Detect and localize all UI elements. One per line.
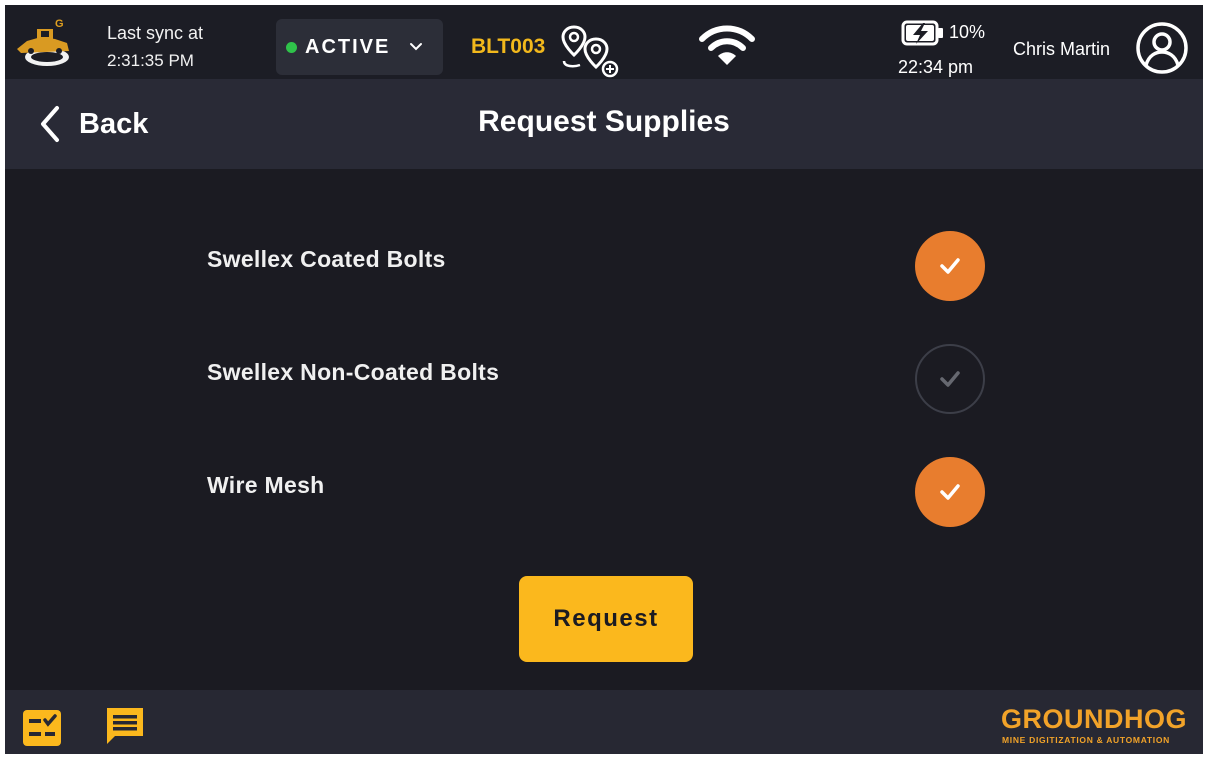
checklist-icon[interactable] <box>21 706 63 748</box>
chevron-left-icon <box>41 106 59 142</box>
supply-item: Swellex Coated Bolts <box>5 226 1203 306</box>
supply-label: Wire Mesh <box>207 472 325 498</box>
user-avatar-icon[interactable] <box>1135 21 1189 75</box>
machine-logo-icon: G <box>17 18 69 66</box>
back-button[interactable]: Back <box>35 101 148 147</box>
supply-checkbox[interactable] <box>915 231 985 301</box>
supply-label: Swellex Non-Coated Bolts <box>207 359 500 385</box>
supply-item: Wire Mesh <box>5 452 1203 532</box>
supply-label: Swellex Coated Bolts <box>207 246 446 272</box>
supply-item: Swellex Non-Coated Bolts <box>5 339 1203 419</box>
status-bar: G Last sync at 2:31:35 PM ACTIVE BLT003 <box>5 5 1203 79</box>
supply-checkbox[interactable] <box>915 457 985 527</box>
sync-label: Last sync at <box>107 23 204 43</box>
back-label: Back <box>79 107 149 140</box>
brand-tagline: MINE DIGITIZATION & AUTOMATION <box>1002 735 1171 745</box>
app-frame: G Last sync at 2:31:35 PM ACTIVE BLT003 <box>5 5 1203 754</box>
last-sync: Last sync at 2:31:35 PM <box>107 19 203 75</box>
status-dropdown[interactable]: ACTIVE <box>276 19 443 75</box>
user-name: Chris Martin <box>1013 39 1111 59</box>
machine-id: BLT003 <box>471 35 546 58</box>
checkmark-icon <box>940 484 960 500</box>
battery-charging-icon <box>901 20 943 46</box>
status-dot <box>286 41 297 53</box>
sync-time: 2:31:35 PM <box>107 51 194 70</box>
route-pins-icon[interactable] <box>560 23 622 79</box>
logo-letter: G <box>55 18 64 30</box>
supply-checkbox[interactable] <box>915 344 985 414</box>
battery-percent: 10% <box>949 22 986 42</box>
clock: 22:34 pm <box>898 57 974 77</box>
brand-logo: GROUNDHOG <box>1001 704 1187 734</box>
checkmark-icon <box>940 258 960 274</box>
message-icon[interactable] <box>103 704 147 746</box>
page-header: Request Supplies Back <box>5 79 1203 169</box>
request-button[interactable]: Request <box>519 576 693 662</box>
status-label: ACTIVE <box>305 35 391 58</box>
chevron-down-icon <box>410 43 423 51</box>
checkmark-icon <box>940 371 960 387</box>
wifi-icon <box>699 25 755 65</box>
page-title: Request Supplies <box>478 105 730 138</box>
footer-bar: GROUNDHOG MINE DIGITIZATION & AUTOMATION <box>5 690 1203 754</box>
